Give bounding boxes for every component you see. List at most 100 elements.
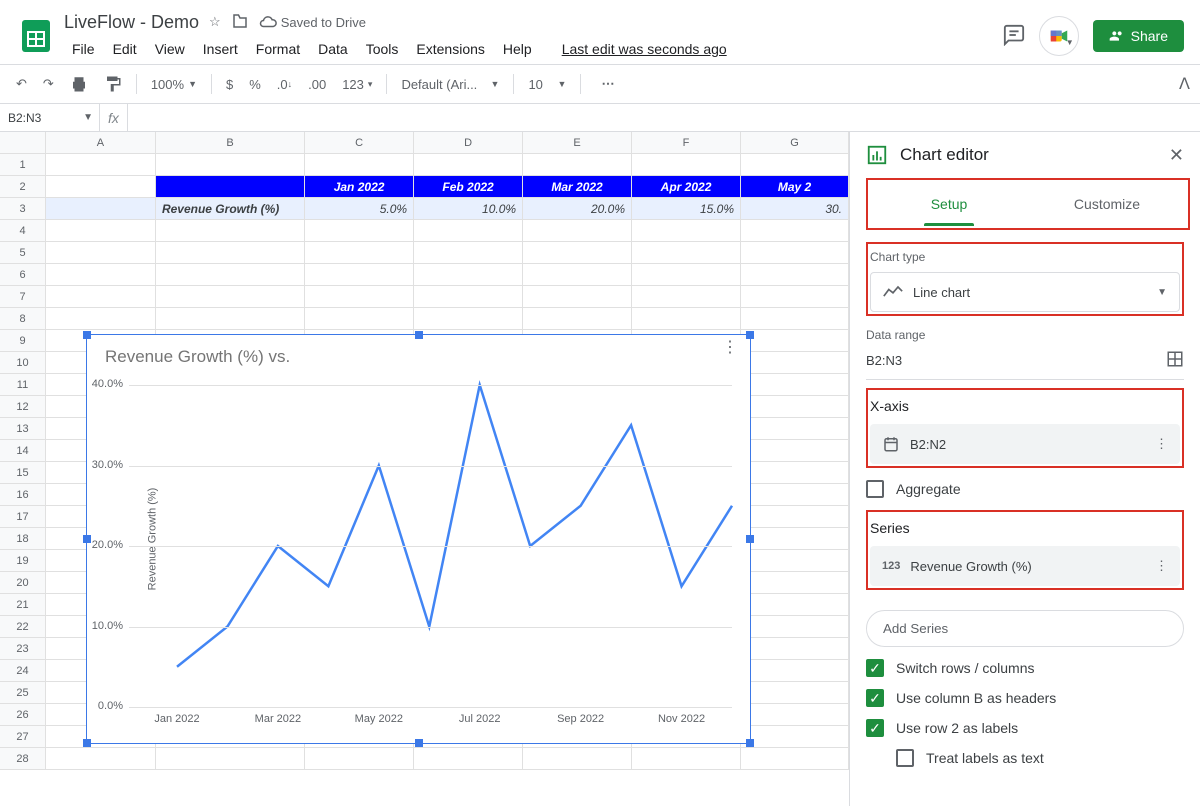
cell[interactable]	[305, 264, 414, 286]
cell[interactable]	[156, 308, 305, 330]
paint-format-button[interactable]	[98, 71, 128, 97]
cell[interactable]: May 2	[741, 176, 849, 198]
star-icon[interactable]: ☆	[209, 14, 221, 30]
cell[interactable]	[414, 154, 523, 176]
cell[interactable]	[741, 572, 849, 594]
col-header[interactable]: E	[523, 132, 632, 153]
xaxis-menu-icon[interactable]: ⋮	[1155, 436, 1168, 452]
meet-button[interactable]: ▼	[1039, 16, 1079, 56]
cell[interactable]	[46, 176, 156, 198]
cell[interactable]	[741, 286, 849, 308]
name-box[interactable]: B2:N3▼	[0, 104, 100, 131]
data-range-value[interactable]: B2:N3	[866, 353, 902, 368]
last-edit-link[interactable]: Last edit was seconds ago	[554, 37, 735, 61]
dec-increase-button[interactable]: .00	[302, 73, 332, 96]
cell[interactable]	[156, 748, 305, 770]
row-header[interactable]: 18	[0, 528, 46, 550]
cell[interactable]	[305, 154, 414, 176]
col-header[interactable]: G	[741, 132, 849, 153]
cell[interactable]: Jan 2022	[305, 176, 414, 198]
row-header[interactable]: 15	[0, 462, 46, 484]
menu-data[interactable]: Data	[310, 37, 356, 61]
select-all-corner[interactable]	[0, 132, 46, 154]
row-header[interactable]: 13	[0, 418, 46, 440]
cell[interactable]	[741, 264, 849, 286]
menu-view[interactable]: View	[147, 37, 193, 61]
cell[interactable]	[46, 748, 156, 770]
cell[interactable]	[632, 154, 741, 176]
cell[interactable]	[741, 748, 849, 770]
use-row-checkbox[interactable]: ✓	[866, 719, 884, 737]
cell[interactable]	[741, 374, 849, 396]
cell[interactable]	[46, 242, 156, 264]
row-header[interactable]: 25	[0, 682, 46, 704]
menu-tools[interactable]: Tools	[358, 37, 407, 61]
row-header[interactable]: 20	[0, 572, 46, 594]
series-chip[interactable]: 123 Revenue Growth (%) ⋮	[870, 546, 1180, 586]
cell[interactable]	[741, 660, 849, 682]
format-number-button[interactable]: 123▾	[336, 73, 378, 96]
row-header[interactable]: 22	[0, 616, 46, 638]
row-header[interactable]: 11	[0, 374, 46, 396]
row-header[interactable]: 7	[0, 286, 46, 308]
aggregate-checkbox[interactable]	[866, 480, 884, 498]
toolbar-more[interactable]: ⋯	[595, 72, 622, 96]
col-header[interactable]: D	[414, 132, 523, 153]
cell[interactable]	[741, 396, 849, 418]
cell[interactable]	[741, 594, 849, 616]
row-header[interactable]: 26	[0, 704, 46, 726]
cell[interactable]	[414, 264, 523, 286]
close-icon[interactable]: ✕	[1169, 145, 1184, 166]
comments-icon[interactable]	[1003, 24, 1025, 49]
cell[interactable]	[741, 308, 849, 330]
cell[interactable]	[741, 352, 849, 374]
chart-type-select[interactable]: Line chart▼	[870, 272, 1180, 312]
cell[interactable]	[632, 748, 741, 770]
row-header[interactable]: 12	[0, 396, 46, 418]
cell[interactable]	[156, 264, 305, 286]
font-size-select[interactable]: 10 ▼	[522, 73, 572, 96]
share-button[interactable]: Share	[1093, 20, 1184, 52]
sheets-logo[interactable]	[16, 16, 56, 56]
cell[interactable]	[741, 330, 849, 352]
col-header[interactable]: B	[156, 132, 305, 153]
use-col-checkbox[interactable]: ✓	[866, 689, 884, 707]
cell[interactable]	[523, 220, 632, 242]
undo-button[interactable]: ↶	[10, 72, 33, 96]
cell[interactable]	[523, 242, 632, 264]
row-header[interactable]: 3	[0, 198, 46, 220]
treat-labels-checkbox[interactable]	[896, 749, 914, 767]
cell[interactable]	[156, 176, 305, 198]
font-select[interactable]: Default (Ari... ▼	[395, 73, 505, 96]
cell[interactable]	[156, 154, 305, 176]
menu-format[interactable]: Format	[248, 37, 308, 61]
print-button[interactable]	[64, 71, 94, 97]
col-header[interactable]: F	[632, 132, 741, 153]
cell[interactable]	[741, 220, 849, 242]
cell[interactable]: 20.0%	[523, 198, 632, 220]
chart-menu-icon[interactable]: ⋮	[722, 345, 738, 351]
tab-setup[interactable]: Setup	[870, 182, 1028, 226]
cell[interactable]: 10.0%	[414, 198, 523, 220]
cell[interactable]	[741, 418, 849, 440]
row-header[interactable]: 28	[0, 748, 46, 770]
cell[interactable]	[523, 286, 632, 308]
cell[interactable]	[741, 528, 849, 550]
cell[interactable]	[305, 286, 414, 308]
cell[interactable]	[46, 308, 156, 330]
cell[interactable]	[741, 242, 849, 264]
cell[interactable]	[46, 154, 156, 176]
move-icon[interactable]	[231, 12, 249, 33]
cell[interactable]	[305, 308, 414, 330]
menu-extensions[interactable]: Extensions	[408, 37, 492, 61]
cell[interactable]	[414, 242, 523, 264]
menu-insert[interactable]: Insert	[195, 37, 246, 61]
switch-rows-checkbox[interactable]: ✓	[866, 659, 884, 677]
row-header[interactable]: 23	[0, 638, 46, 660]
chart-object[interactable]: Revenue Growth (%) vs. ⋮ Revenue Growth …	[86, 334, 751, 744]
cell[interactable]	[632, 286, 741, 308]
cell[interactable]	[305, 220, 414, 242]
cell[interactable]	[741, 704, 849, 726]
cell[interactable]	[632, 220, 741, 242]
row-header[interactable]: 24	[0, 660, 46, 682]
